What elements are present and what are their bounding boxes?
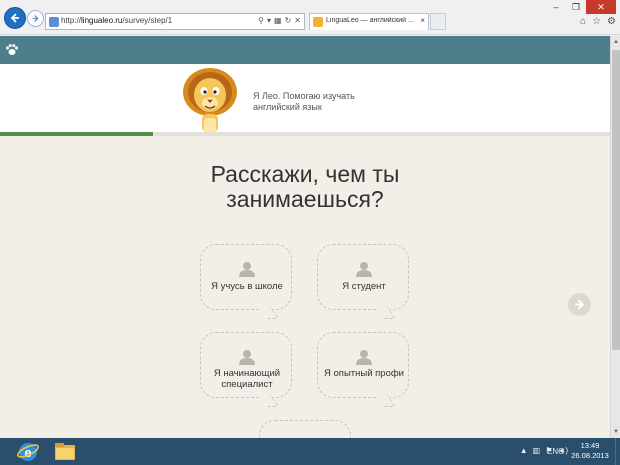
- stop-icon[interactable]: ✕: [294, 16, 301, 25]
- speech-bubble-tail: [375, 395, 397, 407]
- page-scrollbar[interactable]: ▲ ▼: [610, 36, 620, 438]
- speech-bubble-tail: [258, 395, 280, 407]
- option-junior-specialist[interactable]: Я начинающий специалист: [200, 332, 292, 407]
- person-icon: [356, 350, 372, 365]
- restore-icon[interactable]: ❐: [566, 0, 586, 14]
- language-indicator[interactable]: ENG: [547, 447, 564, 456]
- site-header: [0, 36, 610, 64]
- tray-expand-icon[interactable]: ▲: [520, 446, 528, 455]
- progress-fill: [0, 132, 153, 136]
- url-prefix: http://: [61, 16, 82, 25]
- show-desktop-button[interactable]: [615, 438, 620, 465]
- back-button[interactable]: [4, 7, 26, 29]
- minimize-icon[interactable]: –: [546, 0, 566, 14]
- person-icon: [356, 262, 372, 277]
- lion-mascot-icon: [183, 68, 237, 132]
- gear-icon[interactable]: ⚙: [607, 16, 616, 27]
- survey-page: Я Лео. Помогаю изучать английский язык Р…: [0, 64, 610, 438]
- person-icon: [239, 262, 255, 277]
- clock-time: 13:49: [580, 441, 600, 450]
- paw-logo-icon[interactable]: [5, 43, 19, 57]
- option-label: Я учусь в школе: [211, 281, 283, 292]
- search-icon[interactable]: ⚲: [258, 16, 264, 25]
- arrow-right-icon: [32, 15, 39, 22]
- clock-date: 26.08.2013: [571, 451, 609, 460]
- file-explorer-icon[interactable]: [54, 442, 76, 461]
- survey-progress-bar: [0, 132, 610, 136]
- arrow-left-icon: [10, 13, 19, 23]
- favorites-icon[interactable]: ☆: [592, 16, 601, 27]
- network-icon[interactable]: ▥: [533, 446, 541, 455]
- option-label: Я опытный профи: [324, 368, 404, 379]
- refresh-icon[interactable]: ↻: [285, 16, 292, 25]
- tab-favicon-icon: [313, 17, 323, 27]
- hero-banner: Я Лео. Помогаю изучать английский язык: [0, 64, 610, 132]
- survey-question: Расскажи, чем ты занимаешься?: [210, 161, 400, 212]
- forward-button[interactable]: [27, 10, 44, 27]
- close-window-icon[interactable]: ✕: [586, 0, 616, 14]
- taskbar-clock[interactable]: 13:49 26.08.2013: [570, 441, 610, 461]
- person-icon: [239, 350, 255, 365]
- url-path: /survey/step/1: [122, 16, 173, 25]
- next-step-button[interactable]: [568, 293, 591, 316]
- option-label: Я студент: [342, 281, 386, 292]
- option-school[interactable]: Я учусь в школе: [200, 244, 292, 319]
- internet-explorer-icon[interactable]: e: [16, 440, 40, 463]
- option-experienced-pro[interactable]: Я опытный профи: [317, 332, 409, 407]
- speech-bubble-tail: [375, 307, 397, 319]
- new-tab-button[interactable]: [430, 13, 446, 30]
- tab-lingualeo[interactable]: LinguaLeo — английский ... ×: [309, 13, 429, 30]
- option-student[interactable]: Я студент: [317, 244, 409, 319]
- scroll-down-icon[interactable]: ▼: [612, 428, 620, 436]
- tab-title: LinguaLeo — английский ...: [326, 17, 414, 24]
- scroll-up-icon[interactable]: ▲: [612, 38, 620, 46]
- windows-taskbar: e ▲ ▥ ⚑ ◄) ENG 13:49 26.08.2013: [0, 438, 620, 465]
- browser-tools: ⌂ ☆ ⚙: [580, 16, 616, 27]
- option-more[interactable]: [259, 420, 351, 438]
- compatibility-icon[interactable]: ▦: [274, 16, 282, 25]
- speech-bubble-tail: [258, 307, 280, 319]
- dropdown-icon[interactable]: ▾: [267, 16, 271, 25]
- url-host: lingualeo.ru: [81, 16, 123, 25]
- option-label: Я начинающий специалист: [213, 368, 281, 390]
- address-tools: ⚲ ▾ ▦ ↻ ✕: [258, 16, 301, 25]
- scroll-thumb[interactable]: [612, 50, 620, 350]
- lion-greeting: Я Лео. Помогаю изучать английский язык: [253, 91, 355, 112]
- site-favicon-icon: [49, 17, 59, 27]
- home-icon[interactable]: ⌂: [580, 16, 586, 27]
- address-bar[interactable]: http://lingualeo.ru/survey/step/1 ⚲ ▾ ▦ …: [45, 13, 305, 30]
- browser-chrome: http://lingualeo.ru/survey/step/1 ⚲ ▾ ▦ …: [0, 0, 620, 35]
- address-url[interactable]: http://lingualeo.ru/survey/step/1: [61, 16, 172, 25]
- tab-close-icon[interactable]: ×: [420, 16, 425, 25]
- arrow-right-icon: [575, 299, 585, 310]
- window-controls: – ❐ ✕: [546, 0, 616, 14]
